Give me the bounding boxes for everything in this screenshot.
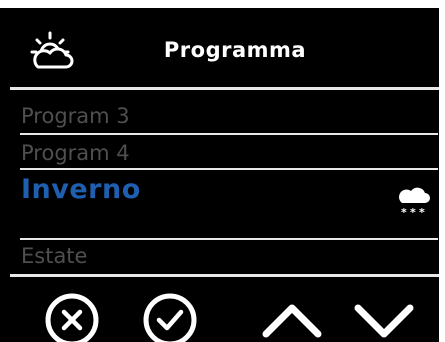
confirm-button[interactable] bbox=[140, 292, 200, 342]
svg-text:*: * bbox=[410, 206, 416, 216]
chevron-up-icon bbox=[262, 304, 322, 338]
program-item[interactable]: Program 3 bbox=[21, 103, 130, 129]
list-divider bbox=[20, 168, 438, 170]
program-item-selected[interactable]: Inverno bbox=[21, 173, 141, 207]
check-circle-icon bbox=[143, 293, 197, 342]
thermostat-screen: Programma Program 3 Program 4 Inverno * … bbox=[0, 8, 439, 342]
list-divider bbox=[20, 133, 438, 135]
page-title: Programma bbox=[163, 38, 307, 62]
footer-divider bbox=[10, 274, 439, 277]
sun-cloud-icon bbox=[28, 31, 76, 71]
chevron-down-icon bbox=[354, 304, 414, 338]
program-item[interactable]: Program 4 bbox=[21, 140, 130, 166]
cancel-button[interactable] bbox=[42, 292, 102, 342]
program-item[interactable]: Estate bbox=[21, 243, 87, 269]
close-circle-icon bbox=[45, 293, 99, 342]
header-divider bbox=[10, 87, 439, 90]
list-divider bbox=[20, 238, 438, 240]
svg-text:*: * bbox=[401, 206, 407, 216]
down-button[interactable] bbox=[354, 292, 414, 342]
up-button[interactable] bbox=[262, 292, 322, 342]
snow-cloud-icon: * * * bbox=[398, 186, 430, 219]
svg-text:*: * bbox=[419, 206, 425, 216]
